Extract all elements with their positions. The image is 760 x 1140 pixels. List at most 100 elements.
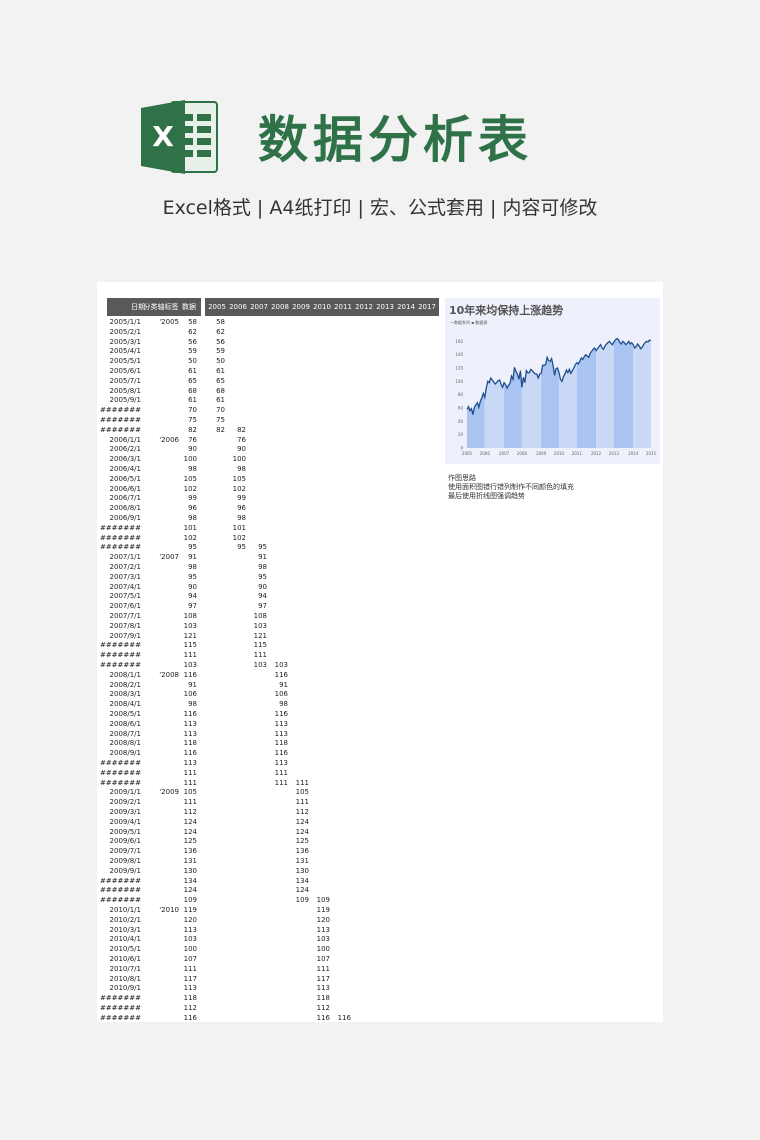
table-row[interactable]: 2008/4/1 98 98 (97, 699, 457, 709)
table-row[interactable]: 2006/3/1 100 100 (97, 454, 457, 464)
chart-panel[interactable]: 10年来均保持上涨趋势 —数据系列 ▪ 数据源 0 20 40 60 80 100 120 1… (445, 298, 660, 464)
table-row[interactable]: ####### 111 111 (97, 650, 457, 660)
table-row[interactable]: 2008/5/1 116 116 (97, 709, 457, 719)
table-row[interactable]: 2006/5/1 105 105 (97, 474, 457, 484)
table-row[interactable]: ####### 95 95 95 (97, 542, 457, 552)
table-row[interactable]: 2005/9/1 61 61 (97, 395, 457, 405)
table-row[interactable]: 2009/9/1 130 130 (97, 866, 457, 876)
table-row[interactable]: 2006/7/1 99 99 (97, 493, 457, 503)
cell-year-value: 125 (295, 837, 309, 846)
table-row[interactable]: 2009/4/1 124 124 (97, 817, 457, 827)
cell-date: ####### (99, 533, 141, 542)
table-row[interactable]: ####### 124 124 (97, 885, 457, 895)
cell-value: 98 (188, 465, 197, 473)
table-row[interactable]: 2006/2/1 90 90 (97, 444, 457, 454)
cell-date: 2009/3/1 (109, 808, 141, 816)
cell-year-value: 124 (295, 817, 309, 826)
table-row[interactable]: ####### 102 102 (97, 533, 457, 543)
table-row[interactable]: 2006/6/1 102 102 (97, 484, 457, 494)
table-row[interactable]: ####### 116 116 116 (97, 1013, 457, 1022)
table-row[interactable]: 2007/1/1 '2007 91 91 (97, 552, 457, 562)
cell-date: 2006/9/1 (109, 514, 141, 522)
col-header-date[interactable]: 日期 (109, 298, 145, 316)
cell-year-value: 59 (216, 347, 225, 356)
year-header[interactable]: 2007 (249, 298, 269, 316)
table-row[interactable]: 2008/8/1 118 118 (97, 738, 457, 748)
year-header[interactable]: 2013 (375, 298, 395, 316)
cell-date: 2007/7/1 (109, 612, 141, 620)
table-row[interactable]: 2007/4/1 90 90 (97, 582, 457, 592)
table-row[interactable]: 2005/4/1 59 59 (97, 346, 457, 356)
cell-year-value: 105 (232, 474, 246, 483)
table-row[interactable]: ####### 101 101 (97, 523, 457, 533)
table-row[interactable]: 2010/6/1 107 107 (97, 954, 457, 964)
table-row[interactable]: 2006/9/1 98 98 (97, 513, 457, 523)
year-header[interactable]: 2010 (312, 298, 332, 316)
table-row[interactable]: 2006/4/1 98 98 (97, 464, 457, 474)
table-row[interactable]: 2009/5/1 124 124 (97, 827, 457, 837)
cell-date: ####### (99, 523, 141, 532)
year-header[interactable]: 2017 (417, 298, 437, 316)
year-header[interactable]: 2011 (333, 298, 353, 316)
col-header-category[interactable]: 分类轴标签 (143, 298, 179, 316)
table-row[interactable]: 2010/4/1 103 103 (97, 934, 457, 944)
table-row[interactable]: 2005/2/1 62 62 (97, 327, 457, 337)
table-row[interactable]: 2009/8/1 131 131 (97, 856, 457, 866)
table-row[interactable]: ####### 112 112 (97, 1003, 457, 1013)
table-row[interactable]: 2009/1/1 '2009 105 105 (97, 787, 457, 797)
table-row[interactable]: 2007/5/1 94 94 (97, 591, 457, 601)
table-row[interactable]: 2007/2/1 98 98 (97, 562, 457, 572)
table-row[interactable]: 2008/2/1 91 91 (97, 680, 457, 690)
year-header[interactable]: 2008 (270, 298, 290, 316)
table-row[interactable]: 2010/1/1 '2010 119 119 (97, 905, 457, 915)
table-row[interactable]: 2007/9/1 121 121 (97, 631, 457, 641)
table-row[interactable]: 2005/1/1 '2005 58 58 (97, 317, 457, 327)
year-header[interactable]: 2009 (291, 298, 311, 316)
year-header[interactable]: 2005 (207, 298, 227, 316)
col-header-data[interactable]: 数据 (179, 298, 199, 316)
table-row[interactable]: ####### 70 70 (97, 405, 457, 415)
table-row[interactable]: 2007/3/1 95 95 (97, 572, 457, 582)
table-row[interactable]: 2010/3/1 113 113 (97, 925, 457, 935)
table-row[interactable]: 2005/5/1 50 50 (97, 356, 457, 366)
table-row[interactable]: 2008/1/1 '2008 116 116 (97, 670, 457, 680)
table-row[interactable]: ####### 75 75 (97, 415, 457, 425)
table-row[interactable]: 2008/9/1 116 116 (97, 748, 457, 758)
year-header[interactable]: 2014 (396, 298, 416, 316)
table-row[interactable]: 2009/2/1 111 111 (97, 797, 457, 807)
table-row[interactable]: 2008/7/1 113 113 (97, 729, 457, 739)
table-row[interactable]: 2010/7/1 111 111 (97, 964, 457, 974)
table-row[interactable]: 2008/6/1 113 113 (97, 719, 457, 729)
table-row[interactable]: ####### 118 118 (97, 993, 457, 1003)
table-row[interactable]: 2007/6/1 97 97 (97, 601, 457, 611)
cell-value: 113 (183, 984, 197, 993)
table-row[interactable]: ####### 113 113 (97, 758, 457, 768)
table-row[interactable]: ####### 82 82 82 (97, 425, 457, 435)
table-row[interactable]: 2008/3/1 106 106 (97, 689, 457, 699)
table-row[interactable]: 2009/7/1 136 136 (97, 846, 457, 856)
year-header[interactable]: 2006 (228, 298, 248, 316)
table-row[interactable]: 2010/8/1 117 117 (97, 974, 457, 984)
table-row[interactable]: 2006/8/1 96 96 (97, 503, 457, 513)
year-header[interactable]: 2012 (354, 298, 374, 316)
cell-value: 61 (188, 396, 197, 405)
table-row[interactable]: 2005/6/1 61 61 (97, 366, 457, 376)
table-row[interactable]: 2010/2/1 120 120 (97, 915, 457, 925)
table-row[interactable]: 2005/8/1 68 68 (97, 386, 457, 396)
table-row[interactable]: 2009/3/1 112 112 (97, 807, 457, 817)
table-row[interactable]: ####### 103 103 103 (97, 660, 457, 670)
table-row[interactable]: ####### 111 111 111 (97, 778, 457, 788)
table-row[interactable]: 2006/1/1 '2006 76 76 (97, 435, 457, 445)
table-row[interactable]: 2010/5/1 100 100 (97, 944, 457, 954)
table-row[interactable]: 2005/7/1 65 65 (97, 376, 457, 386)
table-row[interactable]: ####### 109 109 109 (97, 895, 457, 905)
table-row[interactable]: 2005/3/1 56 56 (97, 337, 457, 347)
table-row[interactable]: 2007/7/1 108 108 (97, 611, 457, 621)
table-row[interactable]: 2010/9/1 113 113 (97, 983, 457, 993)
table-row[interactable]: ####### 111 111 (97, 768, 457, 778)
table-row[interactable]: ####### 115 115 (97, 640, 457, 650)
table-row[interactable]: 2007/8/1 103 103 (97, 621, 457, 631)
table-row[interactable]: ####### 134 134 (97, 876, 457, 886)
table-row[interactable]: 2009/6/1 125 125 (97, 836, 457, 846)
cell-date: 2009/9/1 (109, 866, 141, 875)
